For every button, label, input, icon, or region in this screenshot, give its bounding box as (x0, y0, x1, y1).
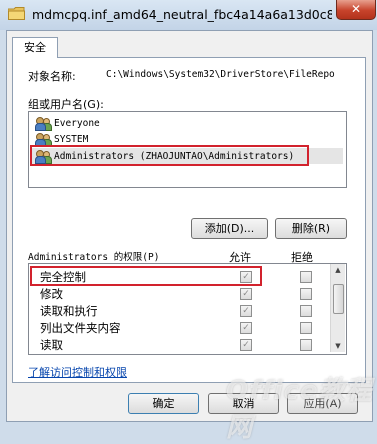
close-icon: ✕ (350, 2, 362, 16)
table-row: 读取 ✓ (29, 336, 331, 353)
table-row: 读取和执行 ✓ (29, 302, 331, 319)
remove-button[interactable]: 删除(R) (275, 218, 347, 239)
table-row: 修改 ✓ (29, 285, 331, 302)
object-name-value: C:\Windows\System32\DriverStore\FileRepo (106, 69, 335, 80)
ok-button[interactable]: 确定 (128, 393, 199, 414)
tab-security[interactable]: 安全 (12, 37, 58, 58)
user-name: Everyone (54, 117, 100, 129)
permission-name: 读取 (40, 338, 63, 352)
permission-name: 修改 (40, 287, 63, 301)
deny-checkbox[interactable] (300, 322, 312, 334)
learn-access-control-link[interactable]: 了解访问控制和权限 (28, 364, 127, 380)
allow-checkbox[interactable]: ✓ (240, 339, 252, 351)
permissions-scrollbar[interactable]: ▲ ▼ (330, 264, 345, 352)
close-button[interactable]: ✕ (336, 0, 376, 20)
highlight-box (30, 266, 262, 286)
scroll-up-icon[interactable]: ▲ (331, 264, 345, 276)
user-name: SYSTEM (54, 133, 89, 145)
users-icon (35, 132, 52, 147)
groups-label: 组或用户名(G): (28, 98, 104, 111)
deny-checkbox[interactable] (300, 305, 312, 317)
highlight-box (30, 145, 309, 166)
scroll-thumb[interactable] (333, 284, 344, 314)
deny-checkbox[interactable] (300, 271, 312, 283)
watermark: Office教程网 (226, 376, 373, 443)
folder-icon (8, 7, 25, 20)
permission-name: 读取和执行 (40, 304, 98, 318)
allow-checkbox[interactable]: ✓ (240, 322, 252, 334)
permission-name: 列出文件夹内容 (40, 321, 121, 335)
object-name-label: 对象名称: (28, 70, 76, 83)
scroll-down-icon[interactable]: ▼ (331, 340, 345, 352)
users-icon (35, 116, 52, 131)
permissions-header: Administrators 的权限(P) (28, 252, 160, 263)
allow-checkbox[interactable]: ✓ (240, 305, 252, 317)
deny-checkbox[interactable] (300, 339, 312, 351)
add-button[interactable]: 添加(D)... (191, 218, 268, 239)
table-row: 列出文件夹内容 ✓ (29, 319, 331, 336)
list-item[interactable]: Everyone (35, 115, 100, 131)
window-title: mdmcpq.inf_amd64_neutral_fbc4a14a6a13d0c… (32, 7, 332, 22)
deny-checkbox[interactable] (300, 288, 312, 300)
allow-checkbox[interactable]: ✓ (240, 288, 252, 300)
